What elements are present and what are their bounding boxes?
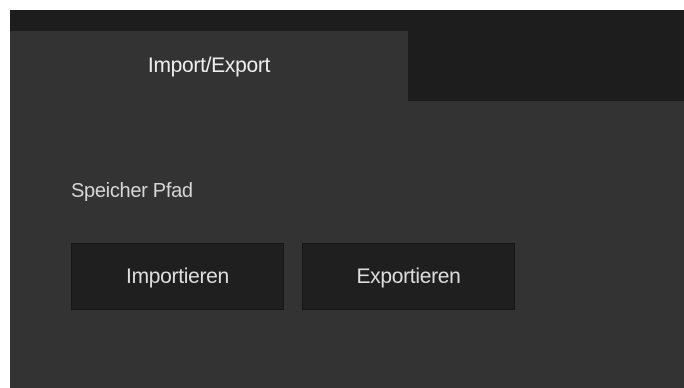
import-export-panel: Speicher Pfad Importieren Exportieren xyxy=(10,101,684,388)
tab-import-export[interactable]: Import/Export xyxy=(10,31,408,101)
export-button[interactable]: Exportieren xyxy=(302,243,515,310)
import-button[interactable]: Importieren xyxy=(71,243,284,310)
import-export-window: Import/Export Speicher Pfad Importieren … xyxy=(10,10,684,388)
storage-path-label: Speicher Pfad xyxy=(71,180,193,202)
tab-label: Import/Export xyxy=(147,54,271,77)
